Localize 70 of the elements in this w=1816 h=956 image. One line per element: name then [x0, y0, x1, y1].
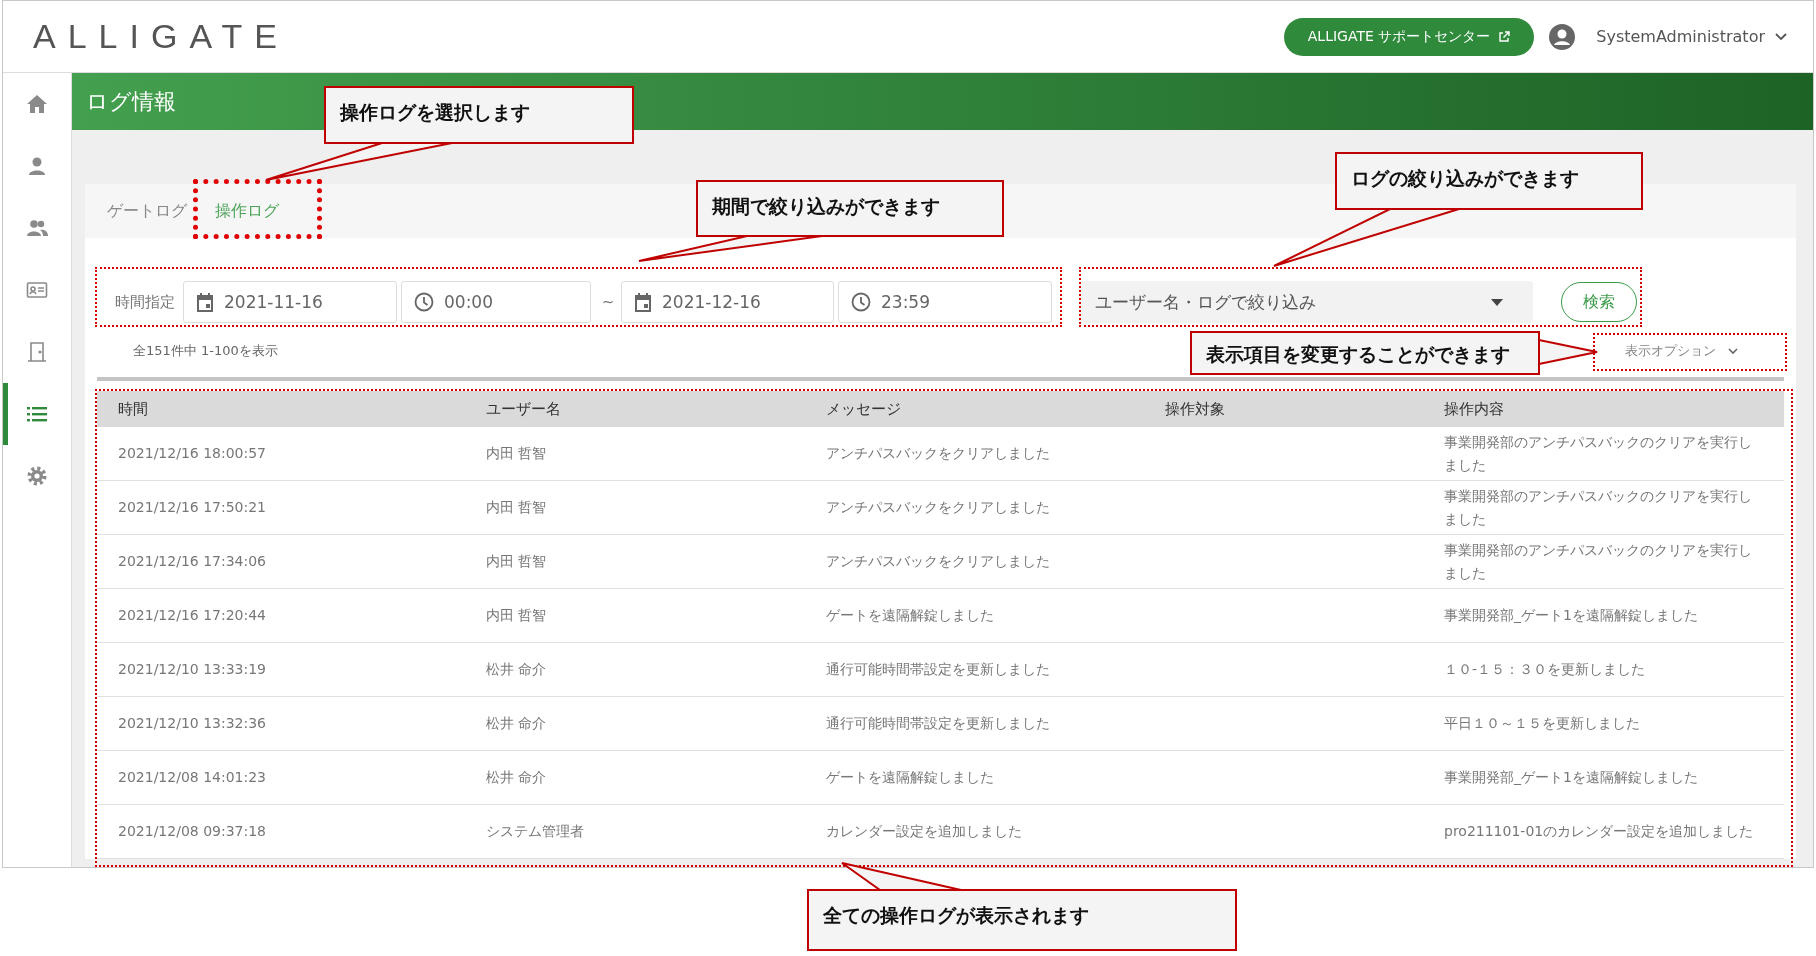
page-title: ログ情報	[86, 87, 176, 116]
table-cell-text: 事業開発部のアンチパスバックのクリアを実行しました	[1443, 486, 1753, 529]
table-cell-text: 2021/12/16 17:50:21	[117, 498, 268, 517]
table-cell-text: 2021/12/08 09:37:18	[117, 822, 268, 841]
dropdown-caret-icon	[1491, 299, 1503, 306]
logo: ALLIGATE	[33, 17, 289, 56]
calendar-icon	[634, 292, 652, 312]
table-cell-text: 平日１０～１５を更新しました	[1443, 714, 1641, 733]
support-center-button[interactable]: ALLIGATE サポートセンター	[1283, 17, 1535, 56]
users-icon	[26, 217, 48, 239]
user-menu[interactable]: SystemAdministrator	[1590, 26, 1793, 47]
table-cell-text: 通行可能時間帯設定を更新しました	[825, 714, 1051, 733]
table-cell-text: 通行可能時間帯設定を更新しました	[825, 660, 1051, 679]
gear-icon	[26, 465, 48, 487]
table-cell-text: 事業開発部のアンチパスバックのクリアを実行しました	[1443, 432, 1753, 475]
clock-icon	[414, 292, 434, 312]
table-cell-text: 松井 命介	[485, 714, 548, 733]
table-cell-text: １０-１５：３０を更新しました	[1443, 660, 1647, 679]
table-cell-text: アンチパスバックをクリアしました	[825, 444, 1051, 463]
table-cell-text: カレンダー設定を追加しました	[825, 822, 1023, 841]
table-cell-text: ゲートを遠隔解錠しました	[825, 768, 995, 787]
search-button[interactable]: 検索	[1561, 282, 1637, 322]
chevron-down-icon	[1775, 32, 1787, 41]
table-cell-text: 事業開発部_ゲート1を遠隔解錠しました	[1443, 606, 1699, 625]
end-date-field[interactable]: 2021-12-16	[621, 281, 834, 323]
column-header: メッセージ	[825, 399, 902, 419]
table-cell-text: 2021/12/16 18:00:57	[117, 444, 268, 463]
start-time-field[interactable]: 00:00	[401, 281, 591, 323]
column-header: 操作内容	[1443, 399, 1505, 419]
calendar-icon	[196, 292, 214, 312]
end-time-field[interactable]: 23:59	[838, 281, 1052, 323]
clock-icon	[851, 292, 871, 312]
table-cell-text: アンチパスバックをクリアしました	[825, 552, 1051, 571]
table-cell-text: 2021/12/08 14:01:23	[117, 768, 268, 787]
range-separator: ~	[600, 293, 616, 311]
table-cell-text: アンチパスバックをクリアしました	[825, 498, 1051, 517]
user-avatar-icon	[1548, 22, 1577, 51]
table-cell-text: 松井 命介	[485, 768, 548, 787]
table-cell-text: ゲートを遠隔解錠しました	[825, 606, 995, 625]
column-header: 操作対象	[1164, 399, 1226, 419]
callout-pointer	[1538, 338, 1598, 366]
table-cell-text: 内田 哲智	[485, 552, 548, 571]
card-icon	[26, 279, 48, 301]
tab[interactable]: ゲートログ	[101, 194, 205, 228]
table-cell-text: 内田 哲智	[485, 606, 548, 625]
table-cell-text: 事業開発部のアンチパスバックのクリアを実行しました	[1443, 540, 1753, 583]
column-header: 時間	[117, 399, 149, 419]
table-cell-text: 内田 哲智	[485, 498, 548, 517]
display-options-button[interactable]: 表示オプション	[1619, 341, 1744, 361]
door-icon	[26, 341, 48, 363]
result-count: 全151件中 1-100を表示	[133, 342, 278, 360]
table-cell-text: 2021/12/10 13:33:19	[117, 660, 268, 679]
table-cell-text: 2021/12/10 13:32:36	[117, 714, 268, 733]
start-date-field[interactable]: 2021-11-16	[183, 281, 397, 323]
user-icon	[26, 155, 48, 177]
table-cell-text: 事業開発部_ゲート1を遠隔解錠しました	[1443, 768, 1699, 787]
table-cell-text: 2021/12/16 17:34:06	[117, 552, 268, 571]
tab[interactable]: 操作ログ	[209, 194, 297, 228]
filter-label: 時間指定	[114, 292, 176, 312]
table-cell-text: 松井 命介	[485, 660, 548, 679]
table-cell-text: システム管理者	[485, 822, 585, 841]
callout: ログの絞り込みができます	[1335, 152, 1643, 210]
external-link-icon	[1498, 30, 1511, 43]
table-cell-text: 2021/12/16 17:20:44	[117, 606, 268, 625]
column-header: ユーザー名	[485, 399, 562, 419]
chevron-down-icon	[1728, 347, 1738, 355]
home-icon	[26, 93, 48, 115]
table-cell-text: 内田 哲智	[485, 444, 548, 463]
log-filter-field[interactable]: ユーザー名・ログで絞り込み	[1079, 281, 1533, 323]
table-cell-text: pro211101-01のカレンダー設定を追加しました	[1443, 822, 1755, 841]
